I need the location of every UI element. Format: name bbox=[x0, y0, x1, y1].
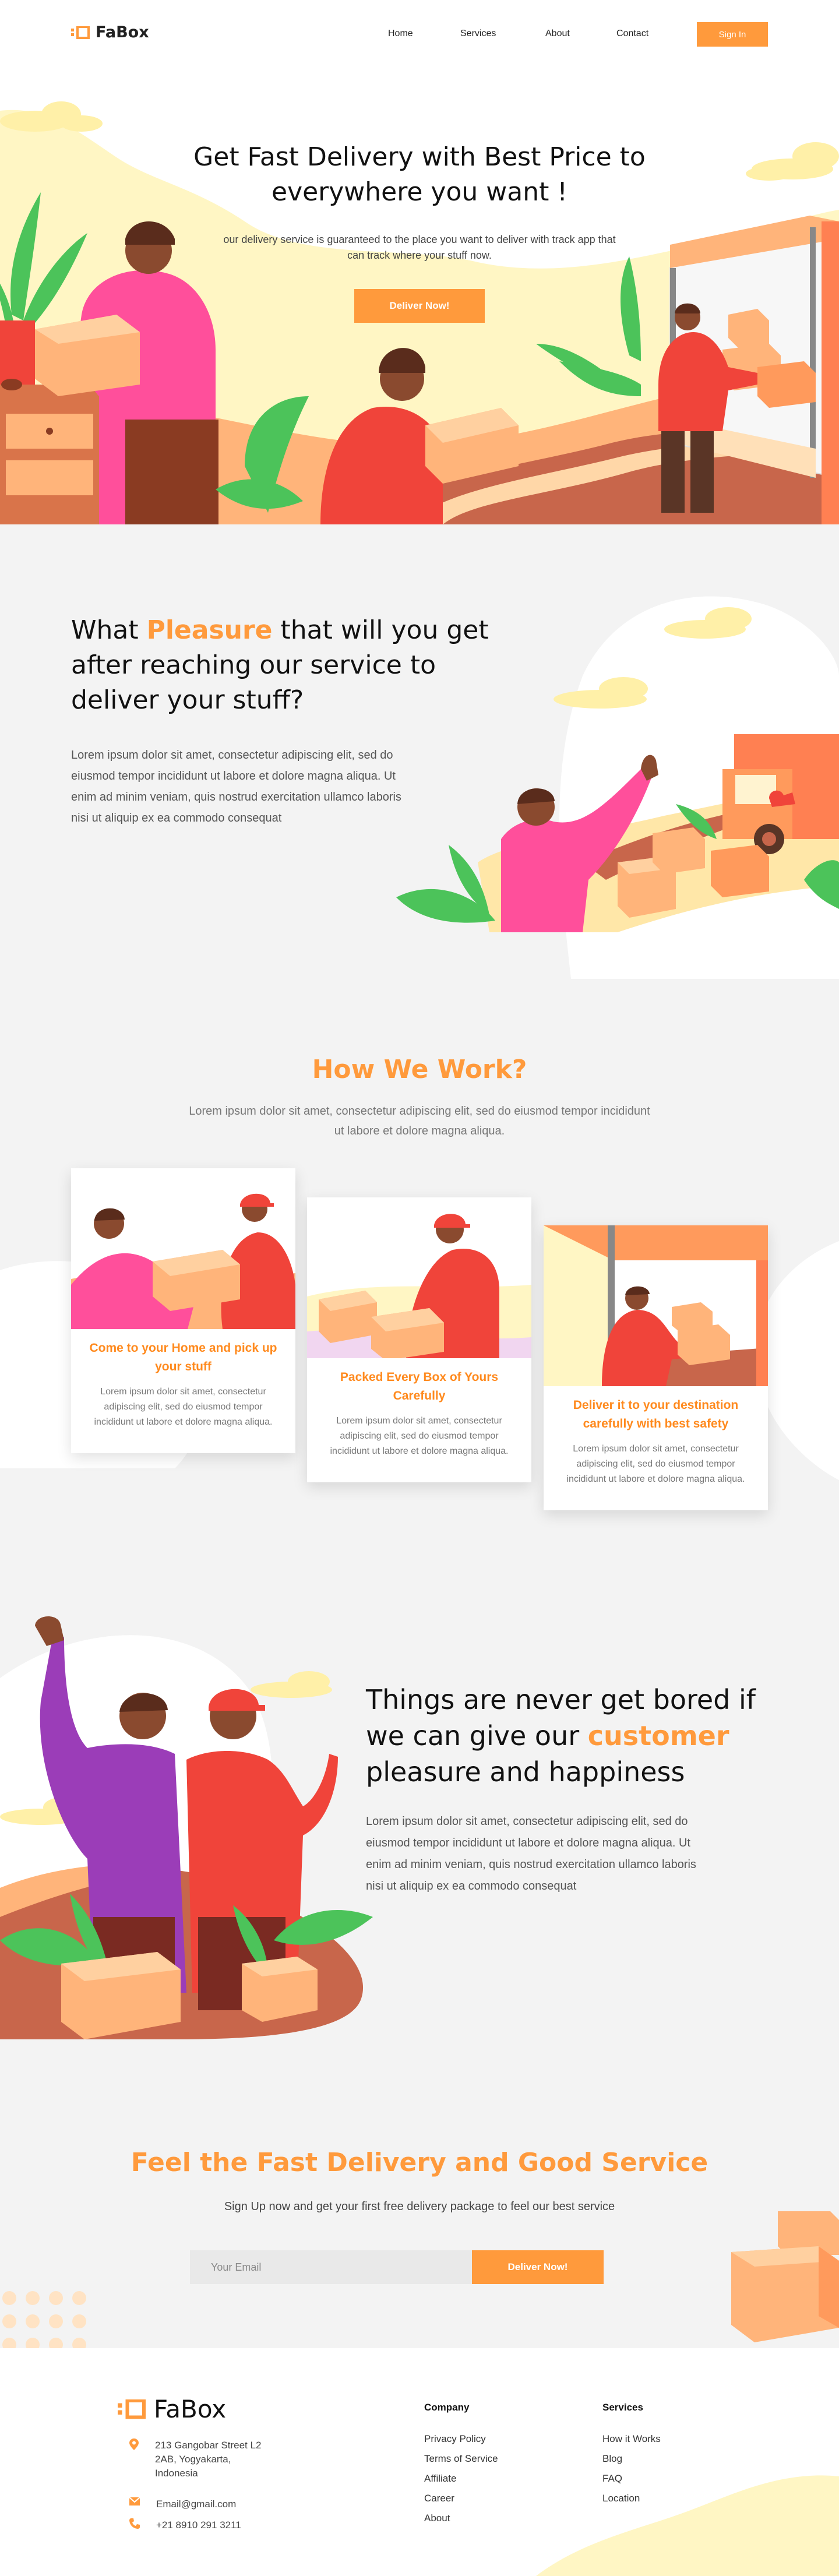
footer-link-how-it-works[interactable]: How it Works bbox=[602, 2433, 661, 2445]
how-card-text: Lorem ipsum dolor sit amet, consectetur … bbox=[330, 1416, 509, 1456]
footer-wave bbox=[536, 2475, 839, 2576]
footer-link-faq[interactable]: FAQ bbox=[602, 2473, 622, 2485]
brand-name: FaBox bbox=[96, 23, 149, 41]
footer-link-affiliate[interactable]: Affiliate bbox=[424, 2473, 456, 2485]
footer-address-text: 213 Gangobar Street L2 2AB, Yogyakarta, … bbox=[155, 2440, 262, 2479]
happiness-text: Lorem ipsum dolor sit amet, consectetur … bbox=[366, 1815, 696, 1893]
footer: FaBox 213 Gangobar Street L2 2AB, Yogyak… bbox=[0, 2348, 839, 2576]
pleasure-illustration bbox=[396, 734, 839, 932]
how-we-work-subtitle: Lorem ipsum dolor sit amet, consectetur … bbox=[189, 1105, 650, 1137]
footer-link-blog[interactable]: Blog bbox=[602, 2453, 622, 2465]
pleasure-title-pre: What bbox=[71, 615, 147, 645]
footer-link-privacy-policy[interactable]: Privacy Policy bbox=[424, 2433, 486, 2445]
signup-deliver-now-button[interactable]: Deliver Now! bbox=[472, 2250, 604, 2284]
footer-link-terms-of-service[interactable]: Terms of Service bbox=[424, 2453, 498, 2465]
delivery-illustration bbox=[544, 1225, 768, 1386]
logo-mark-icon bbox=[118, 2399, 146, 2419]
footer-company-title: Company bbox=[424, 2402, 470, 2413]
footer-address: 213 Gangobar Street L2 2AB, Yogyakarta, … bbox=[129, 2438, 266, 2480]
happiness-title-highlight: customer bbox=[587, 1720, 729, 1752]
happiness-title-post: pleasure and happiness bbox=[366, 1756, 685, 1788]
footer-link-career[interactable]: Career bbox=[424, 2493, 454, 2504]
signup-section: Feel the Fast Delivery and Good Service … bbox=[0, 2098, 839, 2348]
pleasure-title-highlight: Pleasure bbox=[146, 615, 273, 645]
footer-phone[interactable]: +21 8910 291 3211 bbox=[129, 2518, 241, 2532]
top-navigation: FaBox Home Services About Contact Sign I… bbox=[0, 0, 839, 70]
happiness-title: Things are never get bored if we can giv… bbox=[366, 1682, 774, 1790]
mail-icon bbox=[129, 2497, 140, 2505]
how-card-title: Packed Every Box of Yours Carefully bbox=[340, 1370, 499, 1402]
brand-logo[interactable]: FaBox bbox=[71, 23, 149, 41]
footer-link-about[interactable]: About bbox=[424, 2512, 450, 2524]
nav-link-about[interactable]: About bbox=[545, 29, 570, 39]
nav-link-services[interactable]: Services bbox=[460, 29, 496, 39]
footer-link-location[interactable]: Location bbox=[602, 2493, 640, 2504]
how-card-deliver: Deliver it to your destination carefully… bbox=[544, 1225, 768, 1510]
how-we-work-title: How We Work? bbox=[312, 1055, 527, 1084]
happiness-illustration bbox=[0, 1616, 373, 2039]
nav-link-home[interactable]: Home bbox=[388, 29, 413, 39]
how-card-title: Come to your Home and pick up your stuff bbox=[89, 1341, 277, 1373]
footer-email[interactable]: Email@gmail.com bbox=[129, 2497, 236, 2511]
how-card-text: Lorem ipsum dolor sit amet, consectetur … bbox=[566, 1444, 745, 1484]
nav-link-contact[interactable]: Contact bbox=[616, 29, 648, 39]
how-card-title: Deliver it to your destination carefully… bbox=[573, 1398, 739, 1430]
location-pin-icon bbox=[129, 2438, 139, 2450]
logo-mark-icon bbox=[71, 26, 90, 39]
how-card-text: Lorem ipsum dolor sit amet, consectetur … bbox=[94, 1387, 273, 1427]
sign-in-button[interactable]: Sign In bbox=[697, 22, 768, 47]
footer-email-text[interactable]: Email@gmail.com bbox=[156, 2497, 236, 2511]
footer-services-title: Services bbox=[602, 2402, 643, 2413]
dot-pattern bbox=[2, 2291, 86, 2348]
packing-illustration bbox=[307, 1197, 531, 1361]
phone-icon bbox=[129, 2518, 140, 2529]
how-card-pickup: Come to your Home and pick up your stuff… bbox=[71, 1168, 295, 1453]
footer-brand-name: FaBox bbox=[154, 2395, 227, 2423]
email-input[interactable] bbox=[190, 2250, 472, 2284]
hero-section: Get Fast Delivery with Best Price to eve… bbox=[0, 70, 839, 524]
signup-subtitle: Sign Up now and get your first free deli… bbox=[224, 2200, 615, 2213]
pickup-illustration bbox=[71, 1168, 295, 1329]
how-card-pack: Packed Every Box of Yours Carefully Lore… bbox=[307, 1197, 531, 1482]
signup-title: Feel the Fast Delivery and Good Service bbox=[131, 2148, 708, 2177]
hero-deliver-now-button[interactable]: Deliver Now! bbox=[354, 289, 485, 323]
footer-logo[interactable]: FaBox bbox=[118, 2395, 226, 2423]
hero-title: Get Fast Delivery with Best Price to eve… bbox=[193, 142, 646, 207]
hero-subtitle: our delivery service is guaranteed to th… bbox=[223, 234, 616, 261]
footer-phone-text[interactable]: +21 8910 291 3211 bbox=[156, 2518, 241, 2532]
boxes-decoration bbox=[731, 2211, 839, 2342]
features-section: What Pleasure that will you get after re… bbox=[0, 524, 839, 2098]
